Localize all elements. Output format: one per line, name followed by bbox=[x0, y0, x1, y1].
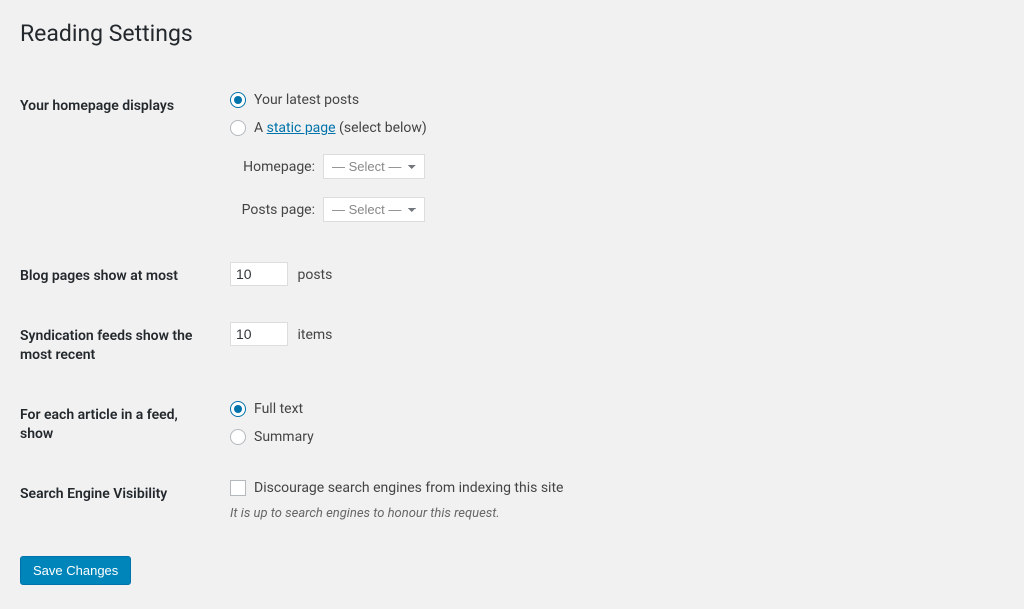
syndication-input[interactable] bbox=[230, 322, 288, 346]
syndication-unit: items bbox=[297, 327, 332, 343]
postspage-select-label: Posts page: bbox=[230, 202, 315, 218]
row-feed-article: For each article in a feed, show Full te… bbox=[20, 386, 1004, 465]
search-engine-description: It is up to search engines to honour thi… bbox=[230, 506, 994, 521]
settings-table: Your homepage displays Your latest posts… bbox=[20, 77, 1004, 536]
radio-summary[interactable] bbox=[230, 429, 246, 445]
homepage-select[interactable]: — Select — bbox=[323, 154, 425, 179]
postspage-select[interactable]: — Select — bbox=[323, 197, 425, 222]
homepage-select-label: Homepage: bbox=[230, 159, 315, 175]
checkbox-discourage-indexing[interactable] bbox=[230, 480, 246, 496]
row-syndication: Syndication feeds show the most recent i… bbox=[20, 307, 1004, 386]
postspage-select-row: Posts page: — Select — bbox=[230, 197, 994, 222]
homepage-select-row: Homepage: — Select — bbox=[230, 154, 994, 179]
label-feed-article: For each article in a feed, show bbox=[20, 386, 220, 465]
row-search-engine: Search Engine Visibility Discourage sear… bbox=[20, 465, 1004, 536]
label-search-engine: Search Engine Visibility bbox=[20, 465, 220, 536]
radio-latest-posts-label[interactable]: Your latest posts bbox=[254, 92, 359, 108]
radio-summary-label[interactable]: Summary bbox=[254, 429, 314, 445]
row-blog-pages: Blog pages show at most posts bbox=[20, 247, 1004, 307]
radio-full-text-label[interactable]: Full text bbox=[254, 401, 303, 417]
static-page-prefix: A bbox=[254, 120, 267, 136]
checkbox-discourage-indexing-label[interactable]: Discourage search engines from indexing … bbox=[254, 480, 563, 496]
blog-pages-input[interactable] bbox=[230, 262, 288, 286]
radio-latest-posts[interactable] bbox=[230, 92, 246, 108]
label-homepage-displays: Your homepage displays bbox=[20, 77, 220, 247]
save-changes-button[interactable]: Save Changes bbox=[20, 556, 131, 585]
static-page-suffix: (select below) bbox=[336, 120, 427, 136]
radio-static-page-label[interactable]: A static page (select below) bbox=[254, 120, 427, 136]
blog-pages-unit: posts bbox=[297, 267, 332, 283]
label-blog-pages: Blog pages show at most bbox=[20, 247, 220, 307]
page-title: Reading Settings bbox=[20, 20, 1004, 47]
row-homepage-displays: Your homepage displays Your latest posts… bbox=[20, 77, 1004, 247]
radio-static-page[interactable] bbox=[230, 120, 246, 136]
static-page-link[interactable]: static page bbox=[267, 120, 336, 136]
label-syndication: Syndication feeds show the most recent bbox=[20, 307, 220, 386]
radio-full-text[interactable] bbox=[230, 401, 246, 417]
